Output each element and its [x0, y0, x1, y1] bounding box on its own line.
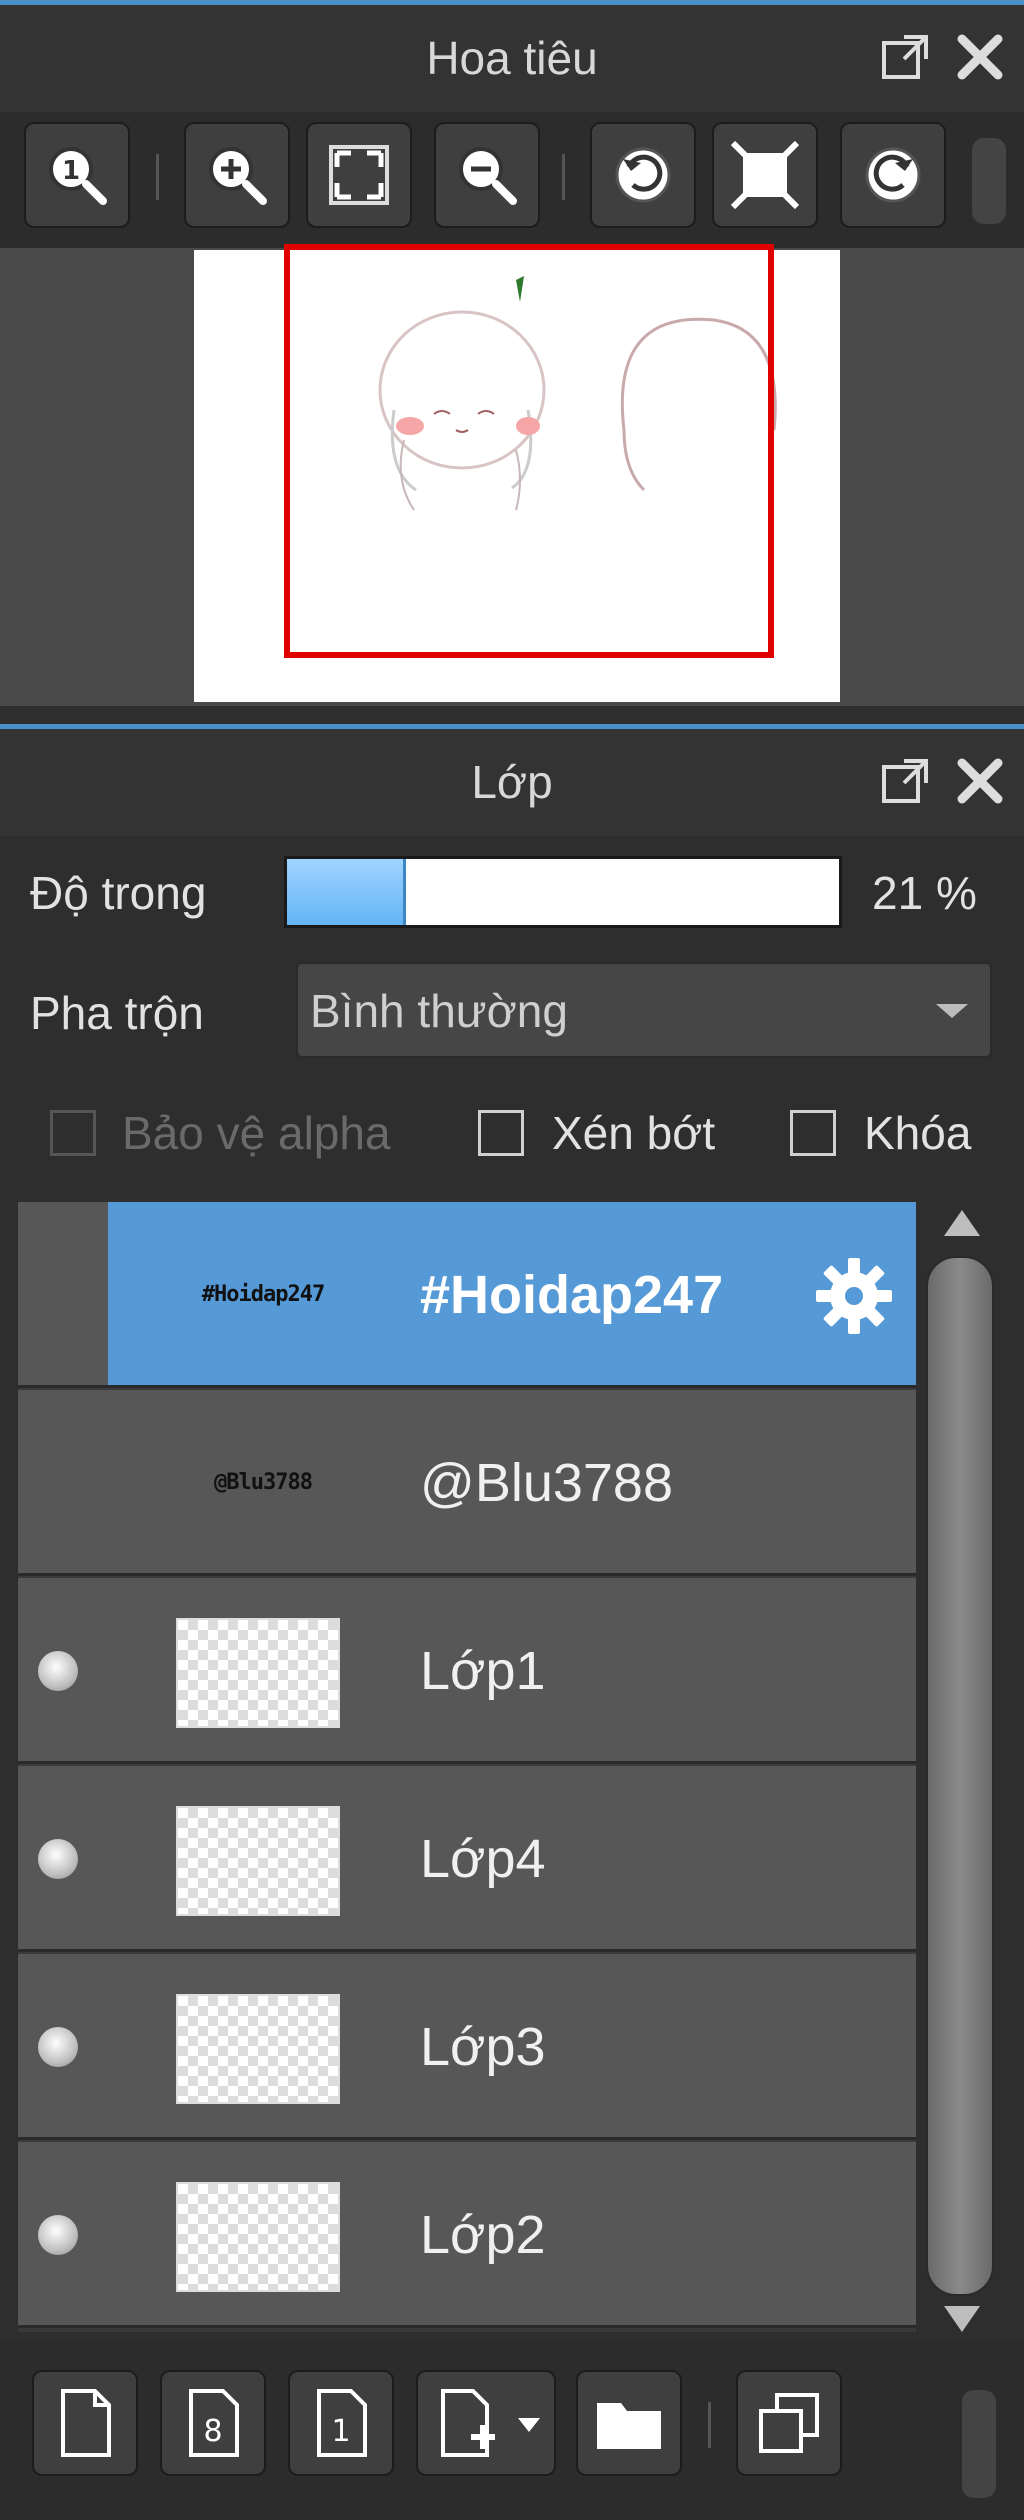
layer-row[interactable]: Lớp4: [18, 1766, 916, 1952]
layer-thumbnail: [176, 1806, 340, 1916]
8bit-layer-icon: 8: [189, 2389, 239, 2457]
rotate-right-icon: [865, 147, 921, 203]
blend-mode-label: Pha trộn: [30, 987, 204, 1039]
visibility-cell[interactable]: [18, 1202, 108, 1385]
1bit-layer-icon: 1: [317, 2389, 367, 2457]
frame-icon: [730, 140, 800, 210]
layer-name: Lớp4: [420, 1829, 546, 1889]
layers-toolbar: 8 1: [0, 2340, 1024, 2520]
rotate-left-icon: [615, 147, 671, 203]
zoom-actual-button[interactable]: 1: [24, 122, 130, 228]
layer-thumbnail: #Hoidap247: [201, 1282, 325, 1307]
visibility-icon[interactable]: [38, 2027, 78, 2067]
lock-label: Khóa: [864, 1107, 972, 1159]
zoom-in-button[interactable]: [184, 122, 290, 228]
zoom-1-1-icon: 1: [49, 147, 107, 205]
navigator-toolbar: 1: [0, 112, 1024, 248]
layer-name: @Blu3788: [420, 1453, 673, 1513]
chevron-down-icon: [936, 1004, 968, 1018]
layer-list: #Hoidap247 #Hoidap247 @Blu3788 @Blu3788 …: [18, 1202, 916, 2332]
protect-alpha-label: Bảo vệ alpha: [122, 1107, 391, 1159]
popout-icon[interactable]: [880, 31, 932, 83]
new-folder-button[interactable]: [576, 2370, 682, 2476]
layer-list-scrollbar[interactable]: [924, 1202, 1000, 2332]
opacity-value: 21 %: [872, 867, 977, 919]
toolbar-scrollbar[interactable]: [962, 2390, 996, 2498]
flip-button[interactable]: [712, 122, 818, 228]
duplicate-layer-button[interactable]: [736, 2370, 842, 2476]
toolbar-divider: [708, 2402, 711, 2448]
lock-checkbox[interactable]: [790, 1110, 836, 1156]
layer-thumbnail: [176, 1618, 340, 1728]
layer-row[interactable]: @Blu3788 @Blu3788: [18, 1390, 916, 1576]
new-1bit-layer-button[interactable]: 1: [288, 2370, 394, 2476]
layer-name: #Hoidap247: [420, 1265, 724, 1325]
zoom-in-icon: [209, 147, 267, 205]
gear-icon[interactable]: [812, 1254, 896, 1338]
svg-text:1: 1: [62, 156, 80, 186]
clipping-checkbox[interactable]: [478, 1110, 524, 1156]
layer-row[interactable]: Lớp2: [18, 2142, 916, 2328]
layers-header: Lớp: [0, 724, 1024, 836]
opacity-label: Độ trong: [30, 867, 207, 919]
rotate-right-button[interactable]: [840, 122, 946, 228]
layer-name: Lớp3: [420, 2017, 546, 2077]
viewport-frame[interactable]: [284, 244, 774, 658]
close-icon[interactable]: [954, 755, 1006, 807]
add-layer-dropdown-button[interactable]: [416, 2370, 556, 2476]
layer-row[interactable]: Lớp1: [18, 1578, 916, 1764]
fit-screen-icon: [329, 145, 389, 205]
new-page-icon: [61, 2389, 111, 2457]
navigator-title: Hoa tiêu: [426, 32, 598, 84]
new-layer-button[interactable]: [32, 2370, 138, 2476]
opacity-slider[interactable]: [284, 856, 842, 928]
opacity-slider-fill: [287, 859, 406, 925]
rotate-left-button[interactable]: [590, 122, 696, 228]
popout-icon[interactable]: [880, 755, 932, 807]
visibility-icon[interactable]: [38, 2215, 78, 2255]
duplicate-icon: [759, 2393, 819, 2453]
chevron-down-icon: [518, 2418, 540, 2432]
new-8bit-layer-button[interactable]: 8: [160, 2370, 266, 2476]
toolbar-scrollbar[interactable]: [972, 138, 1006, 224]
navigator-preview[interactable]: [0, 244, 1024, 706]
scrollbar-thumb[interactable]: [926, 1256, 994, 2296]
canvas-thumbnail: [194, 244, 840, 702]
layer-name: Lớp2: [420, 2205, 546, 2265]
zoom-out-icon: [459, 147, 517, 205]
clipping-label: Xén bớt: [552, 1107, 716, 1159]
blend-mode-select[interactable]: Bình thường: [296, 962, 992, 1058]
layer-row[interactable]: Lớp3: [18, 1954, 916, 2140]
svg-text:8: 8: [203, 2414, 222, 2449]
layer-thumbnail: @Blu3788: [214, 1470, 313, 1495]
layers-title: Lớp: [471, 756, 553, 808]
protect-alpha-checkbox[interactable]: [50, 1110, 96, 1156]
zoom-out-button[interactable]: [434, 122, 540, 228]
folder-icon: [597, 2403, 661, 2449]
navigator-header: Hoa tiêu: [0, 0, 1024, 112]
toolbar-divider: [562, 154, 565, 200]
fit-window-button[interactable]: [306, 122, 412, 228]
layer-thumbnail: [176, 1994, 340, 2104]
blend-mode-value: Bình thường: [310, 985, 568, 1037]
scroll-up-icon[interactable]: [944, 1210, 980, 1236]
close-icon[interactable]: [954, 31, 1006, 83]
layer-thumbnail: [176, 2182, 340, 2292]
layer-name: Lớp1: [420, 1641, 546, 1701]
scroll-down-icon[interactable]: [944, 2306, 980, 2332]
layer-row[interactable]: #Hoidap247 #Hoidap247: [18, 1202, 916, 1388]
visibility-icon[interactable]: [38, 1839, 78, 1879]
svg-text:1: 1: [331, 2414, 350, 2449]
toolbar-divider: [156, 154, 159, 200]
add-layer-icon: [441, 2389, 495, 2457]
visibility-icon[interactable]: [38, 1651, 78, 1691]
